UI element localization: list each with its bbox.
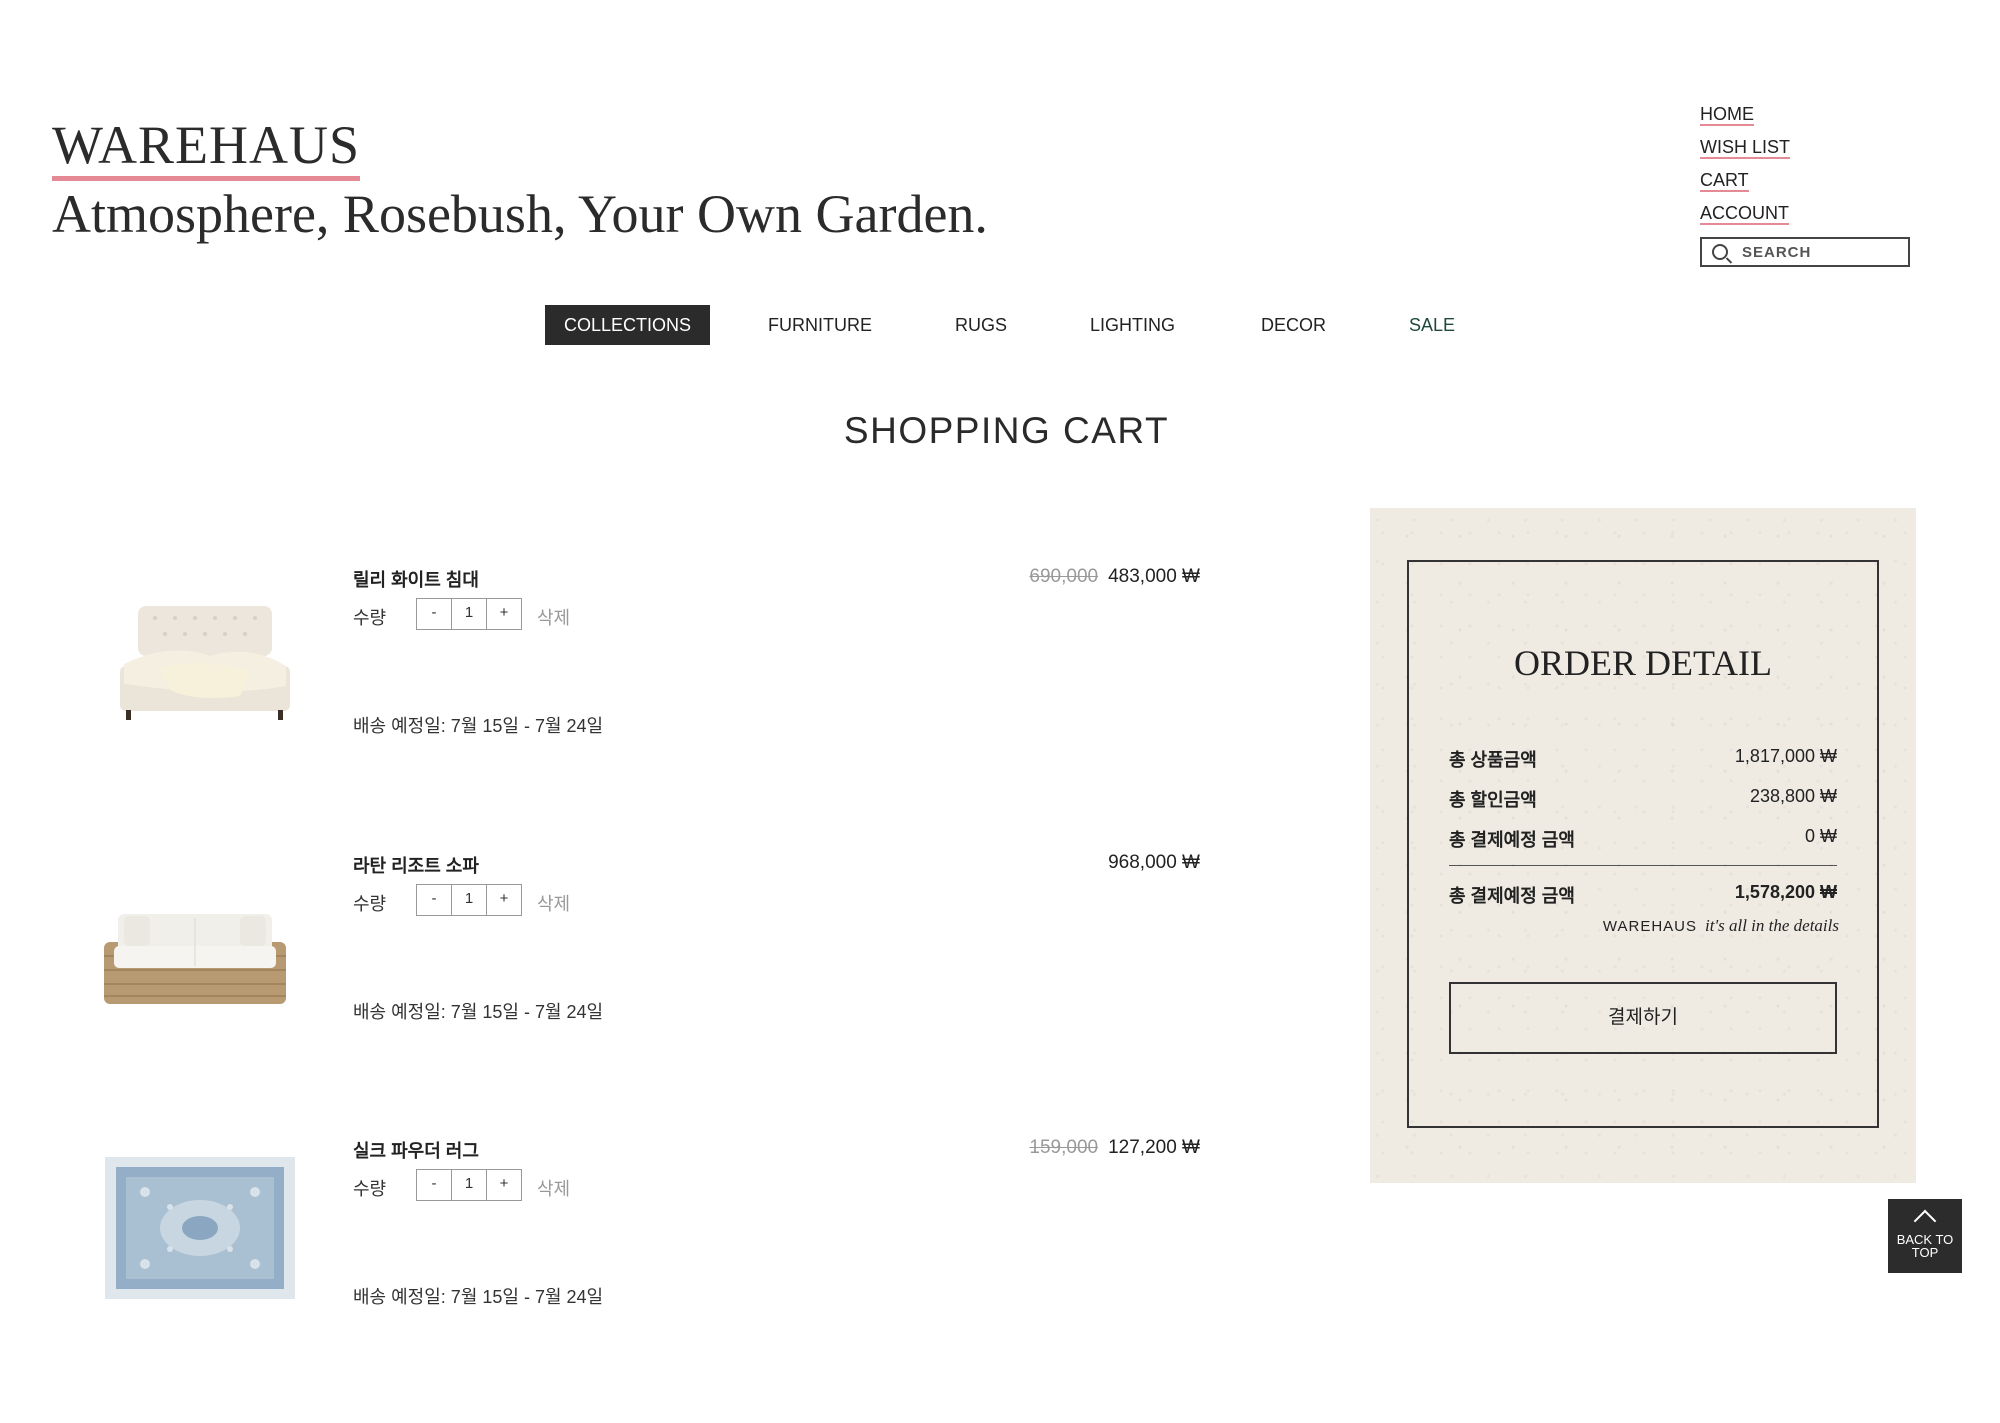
bed-image[interactable] xyxy=(100,586,310,746)
nav-link-home[interactable]: HOME xyxy=(1700,104,1754,126)
slogan-text: it's all in the details xyxy=(1705,916,1839,935)
quantity-stepper: - 1 + xyxy=(416,884,522,916)
sale-price: 968,000 ₩ xyxy=(1108,852,1200,873)
cart-item: 릴리 화이트 침대 수량 - 1 + 삭제 배송 예정일: 7월 15일 - 7… xyxy=(100,566,1200,806)
back-to-top-button[interactable]: BACK TO TOP xyxy=(1888,1199,1962,1273)
item-name[interactable]: 릴리 화이트 침대 xyxy=(353,566,479,592)
search-icon[interactable] xyxy=(1712,244,1728,260)
cart-item: 라탄 리조트 소파 수량 - 1 + 삭제 배송 예정일: 7월 15일 - 7… xyxy=(100,852,1200,1092)
nav-link-account[interactable]: ACCOUNT xyxy=(1700,203,1789,225)
sale-price: 127,200 ₩ xyxy=(1108,1137,1200,1158)
category-decor[interactable]: DECOR xyxy=(1261,305,1326,345)
back-to-top-label: BACK TO TOP xyxy=(1896,1232,1954,1260)
increase-button[interactable]: + xyxy=(486,1170,521,1200)
original-price: 690,000 xyxy=(1029,566,1099,587)
quantity-stepper: - 1 + xyxy=(416,598,522,630)
original-price: 159,000 xyxy=(1029,1137,1099,1158)
top-nav: HOME WISH LIST CART ACCOUNT xyxy=(1700,104,1791,236)
nav-link-wish-list[interactable]: WISH LIST xyxy=(1700,137,1791,159)
chevron-up-icon xyxy=(1913,1209,1937,1233)
cart-item: 실크 파우더 러그 수량 - 1 + 삭제 배송 예정일: 7월 15일 - 7… xyxy=(100,1137,1200,1377)
item-name[interactable]: 라탄 리조트 소파 xyxy=(353,852,479,878)
quantity-label: 수량 xyxy=(353,894,387,914)
category-rugs[interactable]: RUGS xyxy=(955,305,1007,345)
remove-button[interactable]: 삭제 xyxy=(537,890,570,916)
category-collections[interactable]: COLLECTIONS xyxy=(545,305,711,345)
quantity-label: 수량 xyxy=(353,608,387,628)
order-row-label: 총 결제예정 금액 xyxy=(1449,830,1575,850)
page-title: SHOPPING CART xyxy=(843,410,1170,451)
sale-price: 483,000 ₩ xyxy=(1108,566,1200,587)
order-total-value: 1,578,200 ₩ xyxy=(1734,882,1837,902)
decrease-button[interactable]: - xyxy=(417,1170,451,1200)
shipping-estimate: 배송 예정일: 7월 15일 - 7월 24일 xyxy=(353,716,604,736)
slogan-brand: WAREHAUS xyxy=(1602,918,1698,935)
quantity-label: 수량 xyxy=(353,1179,387,1199)
decrease-button[interactable]: - xyxy=(417,599,451,629)
checkout-button[interactable]: 결제하기 xyxy=(1449,982,1837,1054)
order-detail-title: ORDER DETAIL xyxy=(1513,643,1773,683)
quantity-value[interactable]: 1 xyxy=(451,599,486,629)
site-tagline: Atmosphere, Rosebush, Your Own Garden. xyxy=(52,184,988,244)
order-detail-panel: ORDER DETAIL 총 상품금액 1,817,000 ₩ 총 할인금액 2… xyxy=(1370,508,1916,1183)
rug-image[interactable] xyxy=(90,1147,300,1307)
item-name[interactable]: 실크 파우더 러그 xyxy=(353,1137,479,1163)
order-row-label: 총 상품금액 xyxy=(1449,750,1537,770)
increase-button[interactable]: + xyxy=(486,599,521,629)
brand-slogan: WAREHAUS it's all in the details xyxy=(1603,916,1839,936)
order-row-value: 1,817,000 ₩ xyxy=(1734,746,1837,766)
shipping-estimate: 배송 예정일: 7월 15일 - 7월 24일 xyxy=(353,1002,604,1022)
search-box xyxy=(1700,237,1910,267)
shipping-estimate: 배송 예정일: 7월 15일 - 7월 24일 xyxy=(353,1287,604,1307)
decrease-button[interactable]: - xyxy=(417,885,451,915)
search-input[interactable] xyxy=(1740,242,1894,262)
remove-button[interactable]: 삭제 xyxy=(537,604,570,630)
order-divider xyxy=(1449,865,1837,866)
item-price: 690,000 483,000 ₩ xyxy=(1029,566,1200,588)
order-row-value: 238,800 ₩ xyxy=(1749,786,1837,806)
site-logo[interactable]: WAREHAUS xyxy=(52,118,361,181)
order-detail-frame: ORDER DETAIL 총 상품금액 1,817,000 ₩ 총 할인금액 2… xyxy=(1407,560,1879,1128)
order-row-label: 총 할인금액 xyxy=(1449,790,1537,810)
category-furniture[interactable]: FURNITURE xyxy=(768,305,872,345)
nav-link-cart[interactable]: CART xyxy=(1700,170,1749,192)
order-total-label: 총 결제예정 금액 xyxy=(1449,886,1575,906)
increase-button[interactable]: + xyxy=(486,885,521,915)
quantity-stepper: - 1 + xyxy=(416,1169,522,1201)
category-sale[interactable]: SALE xyxy=(1409,305,1455,345)
sofa-image[interactable] xyxy=(90,872,300,1032)
category-lighting[interactable]: LIGHTING xyxy=(1090,305,1175,345)
category-nav: COLLECTIONS FURNITURE RUGS LIGHTING DECO… xyxy=(0,305,2000,345)
item-price: 159,000 127,200 ₩ xyxy=(1029,1137,1200,1159)
quantity-value[interactable]: 1 xyxy=(451,1170,486,1200)
quantity-value[interactable]: 1 xyxy=(451,885,486,915)
remove-button[interactable]: 삭제 xyxy=(537,1175,570,1201)
order-row-value: 0 ₩ xyxy=(1804,826,1837,846)
item-price: 968,000 ₩ xyxy=(1108,852,1200,874)
